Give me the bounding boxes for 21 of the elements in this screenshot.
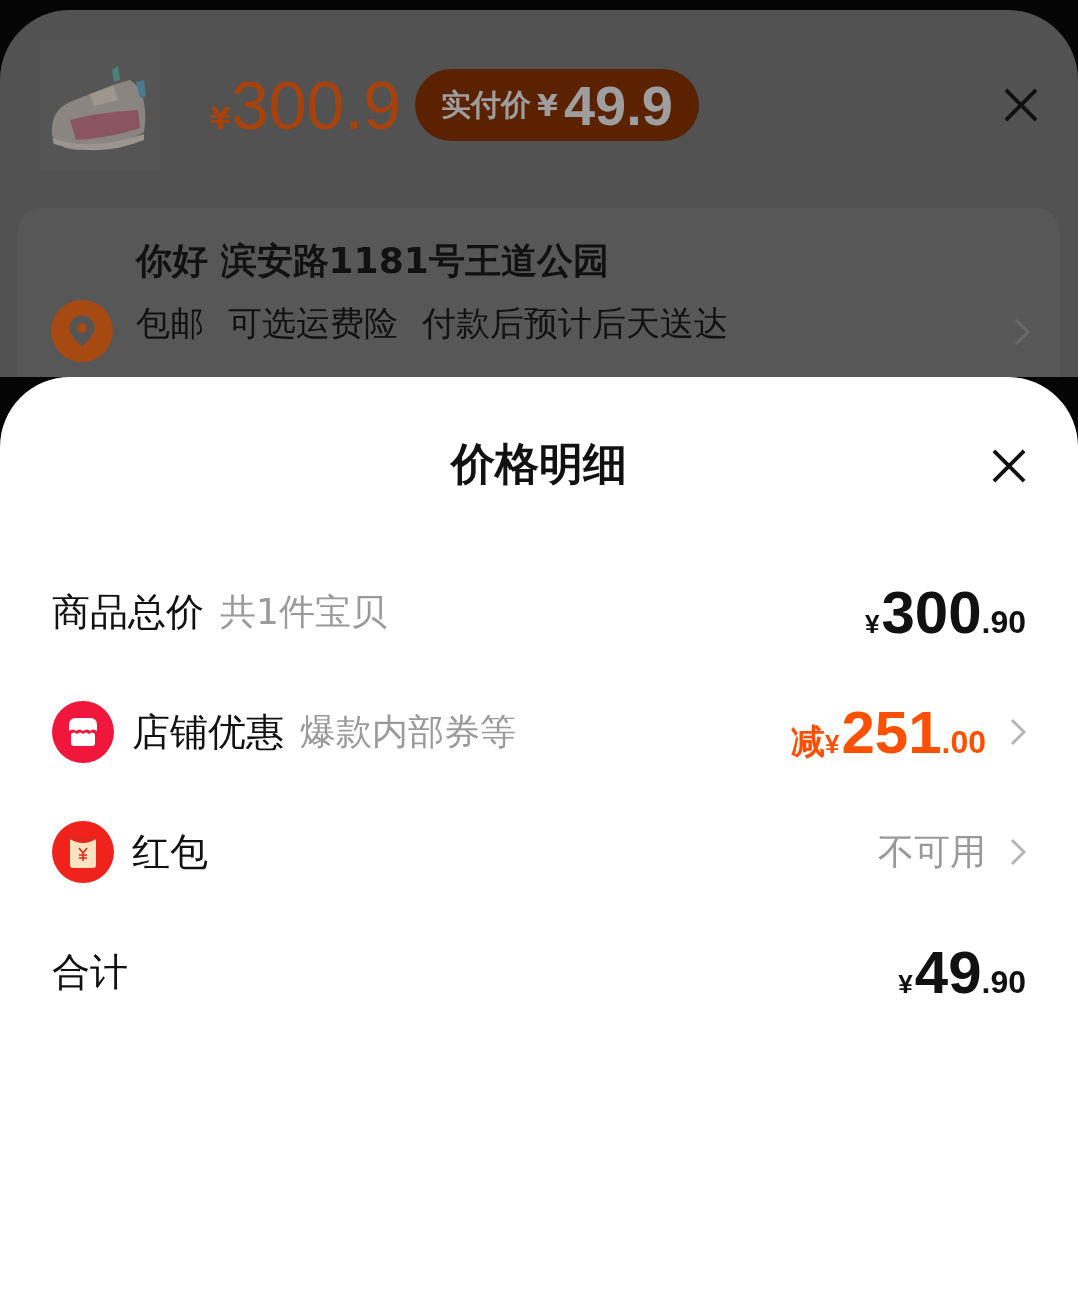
price-amount: 减¥251.00 [790,697,986,767]
delivery-info: 包邮 [136,301,204,345]
location-pin-icon [51,300,113,362]
envelope-icon [52,821,114,883]
price-amount: ¥300.90 [864,577,1026,647]
row-label: 商品总价 [52,588,204,636]
row-label: 合计 [52,948,128,996]
delivery-info: 可选运费险 [228,301,398,345]
row-label: 红包 [132,828,208,876]
price-amount: ¥49.90 [898,937,1026,1007]
row-note: 共1件宝贝 [220,589,387,634]
row-note: 爆款内部券等 [300,709,516,754]
shop-icon [52,701,114,763]
delivery-info: 付款后预计后天送达 [422,301,728,345]
row-label: 店铺优惠 [132,708,284,756]
status-text: 不可用 [878,829,986,874]
sheet-title: 价格明细 [451,436,627,491]
pay-price-badge: 实付价 ¥49.9 [415,69,699,141]
close-icon[interactable] [992,449,1026,483]
address-title: 你好 滨安路1181号王道公园 [136,239,610,283]
original-price: ¥300.9 [210,66,402,144]
